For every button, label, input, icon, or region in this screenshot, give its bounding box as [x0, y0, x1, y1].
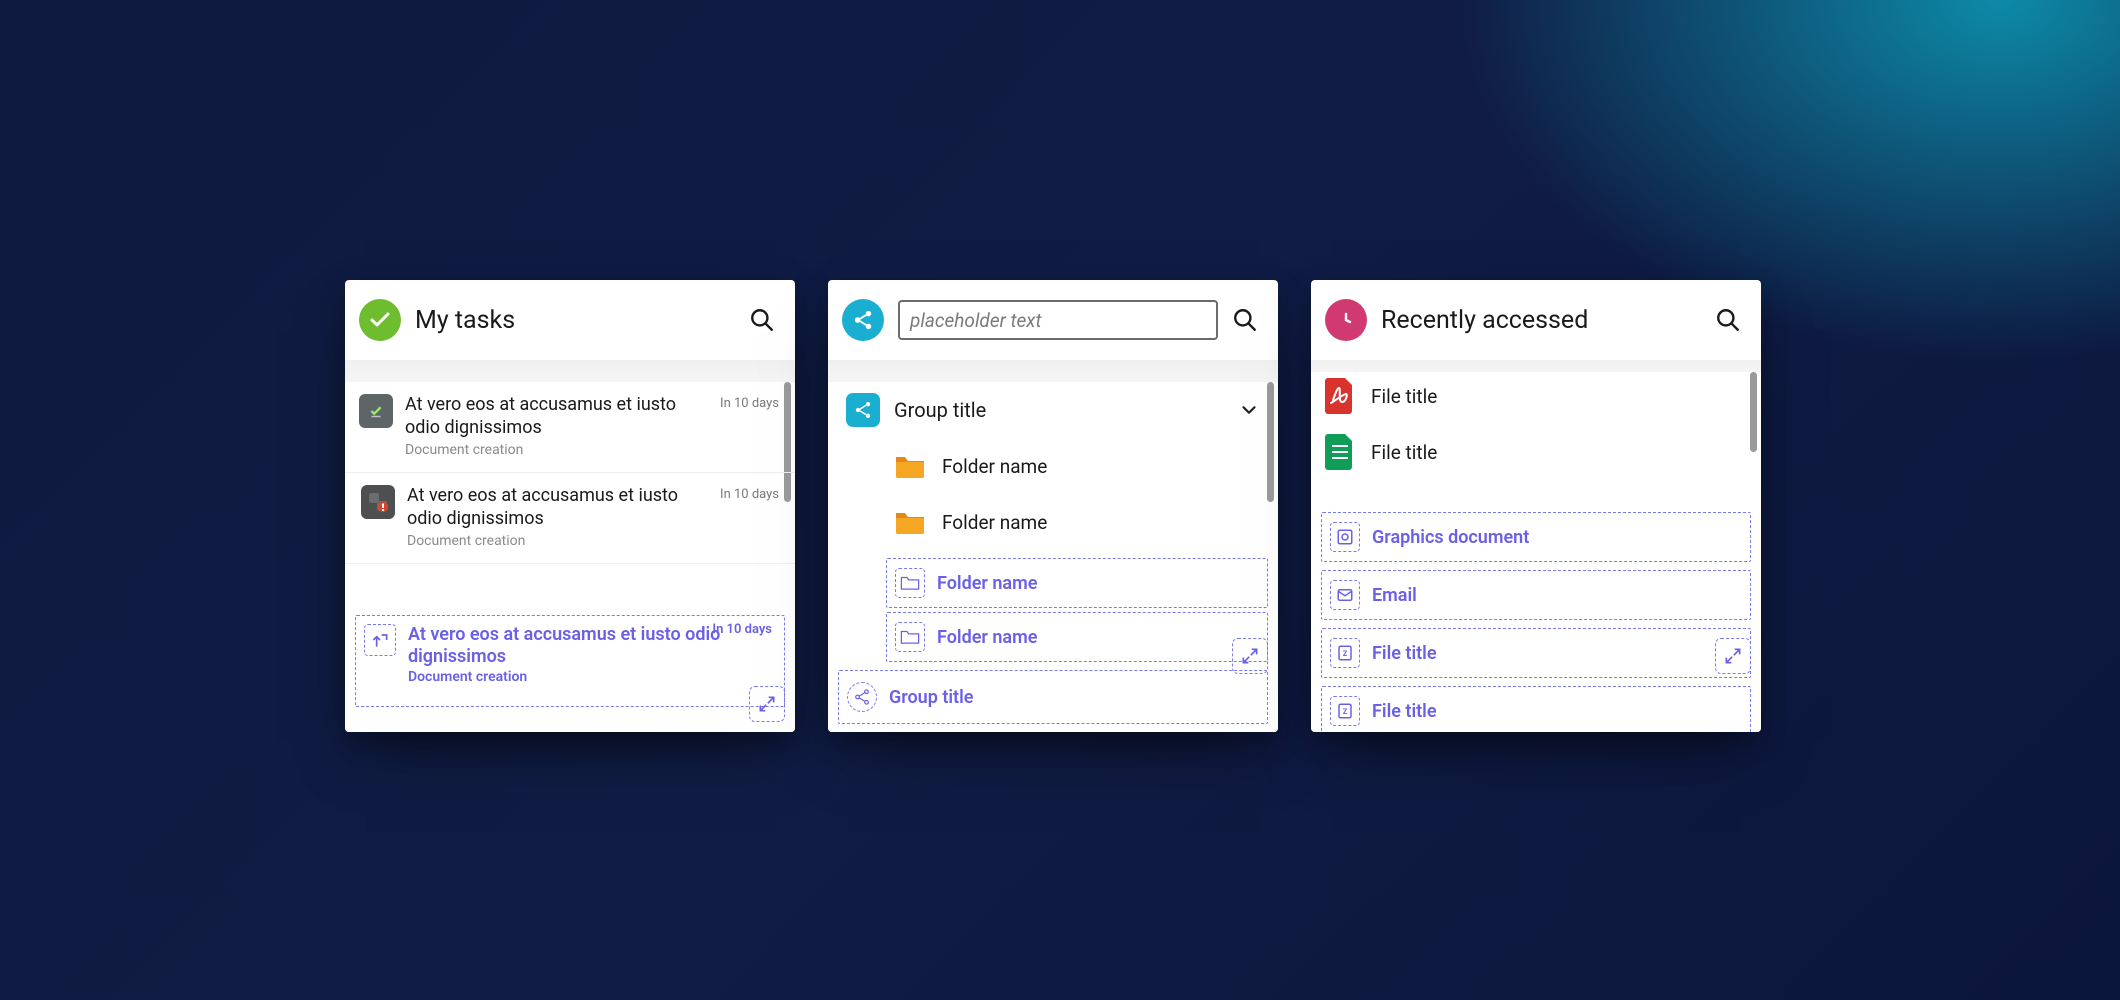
file-title: File title: [1371, 385, 1437, 408]
wireframe-file-label: File title: [1372, 643, 1437, 664]
card-body: Group title Folder name Folder name: [828, 360, 1278, 732]
card-header: placeholder text: [828, 280, 1278, 361]
wireframe-folder-label: Folder name: [937, 573, 1037, 594]
group-title: Group title: [894, 398, 1224, 422]
wireframe-task-row: At vero eos at accusamus et iusto odio d…: [355, 615, 785, 707]
task-title: At vero eos at accusamus et iusto odio d…: [407, 485, 708, 530]
card-header: My tasks: [345, 280, 795, 361]
card-my-tasks: My tasks At vero eos at accusamus et ius…: [345, 280, 795, 732]
task-row[interactable]: At vero eos at accusamus et iusto odio d…: [345, 473, 795, 564]
expand-icon[interactable]: [1715, 638, 1751, 674]
svg-text:Z: Z: [1343, 649, 1348, 658]
wireframe-archive-icon: Z: [1330, 638, 1360, 668]
spreadsheet-icon: [1325, 434, 1355, 470]
wireframe-file-label: Graphics document: [1372, 527, 1529, 548]
folder-icon: [894, 453, 926, 479]
wireframe-folder-label: Folder name: [937, 627, 1037, 648]
search-icon[interactable]: [1715, 307, 1741, 333]
search-icon[interactable]: [1232, 307, 1258, 333]
wireframe-folder-row: Folder name: [886, 612, 1268, 662]
card-groups: placeholder text Group title: [828, 280, 1278, 732]
pdf-icon: [1325, 378, 1355, 414]
wireframe-archive-icon: Z: [1330, 696, 1360, 726]
wireframe-email-icon: [1330, 580, 1360, 610]
blueprint-overlay: At vero eos at accusamus et iusto odio d…: [345, 577, 795, 732]
share-icon: [846, 393, 880, 427]
wireframe-task-sub: Document creation: [408, 669, 776, 685]
wireframe-file-row: Email: [1321, 570, 1751, 620]
body-gradient: [345, 360, 795, 382]
wireframe-task-icon: [364, 624, 396, 656]
card-body: File title File title: [1311, 360, 1761, 732]
wireframe-folder-icon: [895, 622, 925, 652]
card-title: Recently accessed: [1381, 306, 1701, 335]
clock-icon: [1325, 299, 1367, 341]
body-gradient: [828, 360, 1278, 382]
blueprint-content: At vero eos at accusamus et iusto odio d…: [345, 577, 795, 732]
file-row[interactable]: File title: [1311, 368, 1761, 424]
task-alert-icon: [361, 485, 395, 519]
wireframe-file-row: Z File title: [1321, 628, 1751, 678]
wireframe-file-row: Z File title: [1321, 686, 1751, 732]
wireframe-file-row: Graphics document: [1321, 512, 1751, 562]
task-row[interactable]: At vero eos at accusamus et iusto odio d…: [345, 382, 795, 473]
chevron-down-icon[interactable]: [1238, 399, 1260, 421]
wireframe-group-row: Group title: [838, 670, 1268, 724]
card-header: Recently accessed: [1311, 280, 1761, 361]
share-icon: [842, 299, 884, 341]
folder-name: Folder name: [942, 455, 1047, 478]
task-due: In 10 days: [720, 487, 779, 502]
group-row[interactable]: Group title: [828, 382, 1278, 438]
svg-text:Z: Z: [1343, 707, 1348, 716]
search-placeholder: placeholder text: [910, 309, 1041, 332]
blueprint-overlay: Folder name Folder name Group title: [828, 532, 1278, 732]
task-done-icon: [359, 394, 393, 428]
cards-row: My tasks At vero eos at accusamus et ius…: [345, 280, 1761, 732]
card-recent: Recently accessed File title: [1311, 280, 1761, 732]
wireframe-folder-icon: [895, 568, 925, 598]
wireframe-folder-row: Folder name: [886, 558, 1268, 608]
expand-icon[interactable]: [749, 686, 785, 722]
task-subtitle: Document creation: [405, 442, 708, 458]
blueprint-content: Folder name Folder name Group title: [828, 532, 1278, 732]
search-input[interactable]: placeholder text: [898, 300, 1218, 340]
wireframe-share-icon: [847, 682, 877, 712]
wireframe-graphics-icon: [1330, 522, 1360, 552]
wireframe-group-title: Group title: [889, 687, 973, 708]
card-body: At vero eos at accusamus et iusto odio d…: [345, 360, 795, 732]
expand-icon[interactable]: [1232, 638, 1268, 674]
task-due: In 10 days: [720, 396, 779, 411]
file-title: File title: [1371, 441, 1437, 464]
task-subtitle: Document creation: [407, 533, 708, 549]
card-title: My tasks: [415, 306, 735, 335]
search-icon[interactable]: [749, 307, 775, 333]
task-text: At vero eos at accusamus et iusto odio d…: [407, 485, 708, 549]
check-icon: [359, 299, 401, 341]
blueprint-content: Graphics document Email Z File title: [1311, 472, 1761, 732]
task-title: At vero eos at accusamus et iusto odio d…: [405, 394, 708, 439]
blueprint-overlay: Graphics document Email Z File title: [1311, 472, 1761, 732]
wireframe-task-due: In 10 days: [712, 622, 772, 637]
task-text: At vero eos at accusamus et iusto odio d…: [405, 394, 708, 458]
folder-row[interactable]: Folder name: [828, 438, 1278, 494]
wireframe-file-label: File title: [1372, 701, 1437, 722]
wireframe-file-label: Email: [1372, 585, 1417, 606]
folder-name: Folder name: [942, 511, 1047, 534]
